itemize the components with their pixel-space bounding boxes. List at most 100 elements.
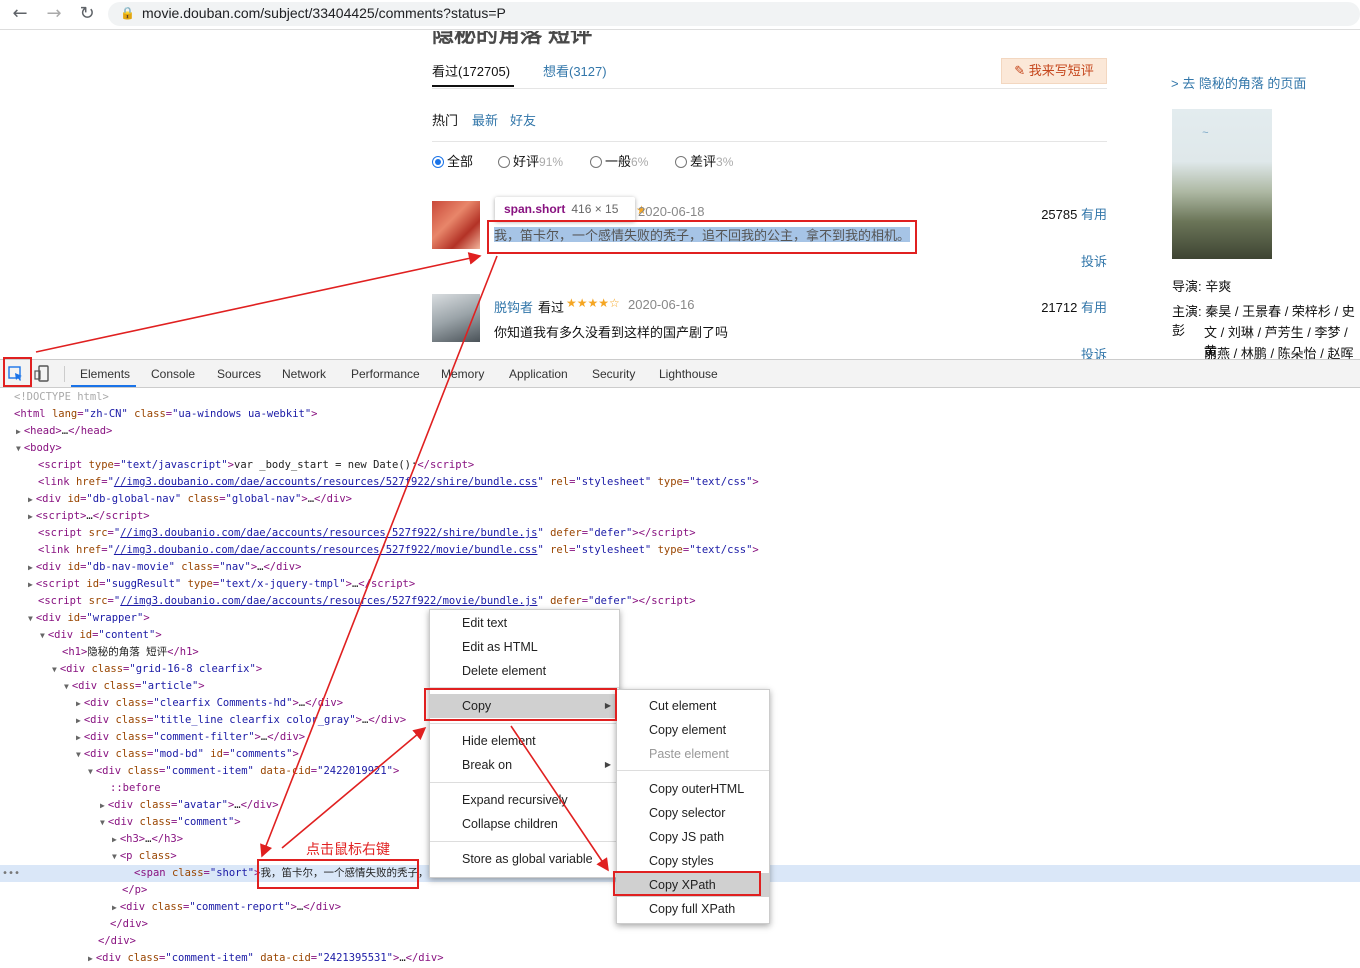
dom-line[interactable]: <script type="text/javascript">var _body… [38, 457, 474, 474]
dom-line[interactable]: ▼ <p class> [112, 848, 177, 865]
annotation-box [257, 859, 419, 889]
tab-elements[interactable]: Elements [80, 367, 130, 381]
dom-line[interactable]: ▶ <div class="comment-report">…</div> [112, 899, 341, 916]
address-bar[interactable]: 🔒 movie.douban.com/subject/33404425/comm… [108, 2, 1360, 26]
dom-line[interactable]: ▶ <div id="db-global-nav" class="global-n… [28, 491, 352, 508]
divider [432, 141, 1107, 142]
toolbar-divider [64, 366, 65, 382]
menu-store-global[interactable]: Store as global variable [430, 847, 619, 871]
dom-line[interactable]: ▼ <div id="wrapper"> [28, 610, 150, 627]
tab-console[interactable]: Console [151, 367, 195, 381]
report-link[interactable]: 投诉 [1060, 251, 1107, 270]
dom-line[interactable]: ▶ <script>…</script> [28, 508, 150, 525]
dom-line[interactable]: <html lang="zh-CN" class="ua-windows ua-… [14, 406, 318, 423]
context-menu: Edit text Edit as HTML Delete element Co… [429, 609, 620, 878]
menu-copy-element[interactable]: Copy element [617, 718, 769, 742]
menu-copy-selector[interactable]: Copy selector [617, 801, 769, 825]
filter-normal-radio[interactable]: 一般6% [590, 155, 648, 169]
menu-collapse-children[interactable]: Collapse children [430, 812, 619, 836]
write-review-button[interactable]: ✎ 我来写短评 [1001, 58, 1107, 84]
dom-line[interactable]: ▼ <div id="content"> [40, 627, 162, 644]
tab-network[interactable]: Network [282, 367, 326, 381]
dom-line[interactable]: </div> [98, 933, 136, 950]
sort-new[interactable]: 最新 [472, 110, 498, 129]
devtools-toolbar: Elements Console Sources Network Perform… [0, 360, 1360, 388]
menu-separator [430, 841, 619, 842]
dom-line[interactable]: ▶ <div class="comment-item" data-cid="242… [88, 950, 444, 967]
menu-delete-element[interactable]: Delete element [430, 659, 619, 683]
dom-line[interactable]: </p> [122, 882, 147, 899]
dom-line[interactable]: ▶ <div class="title_line clearfix color_g… [76, 712, 406, 729]
filter-bad-radio[interactable]: 差评3% [675, 155, 733, 169]
dom-line[interactable]: ▼ <div class="comment-item" data-cid="242… [88, 763, 399, 780]
tab-security[interactable]: Security [592, 367, 635, 381]
cast-line[interactable]: 丽燕 / 林鹏 / 陈朵怡 / 赵晖 / [1204, 343, 1360, 359]
tab-memory[interactable]: Memory [441, 367, 484, 381]
director-label: 导演: [1172, 279, 1202, 294]
menu-copy-js-path[interactable]: Copy JS path [617, 825, 769, 849]
dom-line[interactable]: ▶ <div id="db-nav-movie" class="nav">…</d… [28, 559, 301, 576]
filter-all-radio[interactable]: 全部 [432, 155, 473, 169]
more-icon[interactable]: ••• [2, 865, 20, 882]
movie-poster[interactable]: ~ [1172, 109, 1272, 259]
dom-line[interactable]: ▶ <div class="comment-filter">…</div> [76, 729, 305, 746]
dom-line[interactable]: </div> [110, 916, 148, 933]
dom-line[interactable]: ::before [110, 780, 161, 797]
browser-toolbar: ← → ↻ 🔒 movie.douban.com/subject/3340442… [0, 0, 1360, 30]
menu-cut-element[interactable]: Cut element [617, 694, 769, 718]
annotation-text: 点击鼠标右键 [306, 842, 390, 858]
dom-line[interactable]: ▶ <div class="avatar">…</div> [100, 797, 279, 814]
dom-line[interactable]: <script src="//img3.doubanio.com/dae/acc… [38, 525, 696, 542]
dom-line[interactable]: ▼ <div class="grid-16-8 clearfix"> [52, 661, 262, 678]
dom-line[interactable]: ▼ <div class="mod-bd" id="comments"> [76, 746, 299, 763]
dom-line[interactable]: ▶ <head>…</head> [16, 423, 112, 440]
director-row: 导演: 辛爽 [1172, 276, 1231, 295]
menu-expand-recursively[interactable]: Expand recursively [430, 788, 619, 812]
menu-hide-element[interactable]: Hide element [430, 729, 619, 753]
vote-count[interactable]: 21712 有用 [1000, 297, 1107, 316]
comment-user[interactable]: 脱钩者 [494, 297, 533, 316]
useful-link[interactable]: 有用 [1081, 300, 1107, 315]
tab-performance[interactable]: Performance [351, 367, 420, 381]
tab-sources[interactable]: Sources [217, 367, 261, 381]
vote-count[interactable]: 25785 有用 [1000, 204, 1107, 223]
avatar[interactable] [432, 201, 480, 249]
menu-copy-outerhtml[interactable]: Copy outerHTML [617, 777, 769, 801]
radio-icon [675, 156, 687, 168]
device-toolbar-icon[interactable] [34, 365, 52, 383]
sort-friend[interactable]: 好友 [510, 110, 536, 129]
useful-link[interactable]: 有用 [1081, 207, 1107, 222]
tab-want[interactable]: 想看(3127) [543, 61, 607, 80]
menu-edit-text[interactable]: Edit text [430, 611, 619, 635]
avatar[interactable] [432, 294, 480, 342]
dom-line[interactable]: <link href="//img3.doubanio.com/dae/acco… [38, 474, 759, 491]
sort-hot[interactable]: 热门 [432, 110, 458, 129]
dom-line[interactable]: ▶ <script id="suggResult" type="text/x-jq… [28, 576, 415, 593]
dom-line[interactable]: ▼ <body> [16, 440, 62, 457]
report-link[interactable]: 投诉 [1060, 344, 1107, 359]
menu-copy-styles[interactable]: Copy styles [617, 849, 769, 873]
filter-good-radio[interactable]: 好评91% [498, 155, 563, 169]
url-text: movie.douban.com/subject/33404425/commen… [142, 5, 506, 21]
movie-page-link[interactable]: > 去 隐秘的角落 的页面 [1171, 73, 1306, 92]
director-name[interactable]: 辛爽 [1205, 279, 1231, 294]
annotation-box [424, 688, 617, 721]
dom-line[interactable]: ▼ <div class="comment"> [100, 814, 241, 831]
menu-copy-full-xpath[interactable]: Copy full XPath [617, 897, 769, 921]
tab-seen[interactable]: 看过(172705) [432, 61, 510, 80]
dom-line[interactable]: <link href="//img3.doubanio.com/dae/acco… [38, 542, 759, 559]
forward-icon[interactable]: → [42, 3, 66, 25]
dom-line[interactable]: ▶ <h3>…</h3> [112, 831, 183, 848]
menu-break-on[interactable]: Break on ▶ [430, 753, 619, 777]
reload-icon[interactable]: ↻ [75, 3, 99, 25]
menu-edit-as-html[interactable]: Edit as HTML [430, 635, 619, 659]
tab-lighthouse[interactable]: Lighthouse [659, 367, 718, 381]
tab-application[interactable]: Application [509, 367, 568, 381]
dom-line[interactable]: <!DOCTYPE html> [14, 389, 109, 406]
dom-line[interactable]: ▶ <div class="clearfix Comments-hd">…</di… [76, 695, 343, 712]
dom-line[interactable]: ▼ <div class="article"> [64, 678, 205, 695]
dom-line[interactable]: <h1>隐秘的角落 短评</h1> [62, 644, 199, 661]
dom-line[interactable]: <script src="//img3.doubanio.com/dae/acc… [38, 593, 696, 610]
back-icon[interactable]: ← [8, 3, 32, 25]
menu-separator [430, 782, 619, 783]
